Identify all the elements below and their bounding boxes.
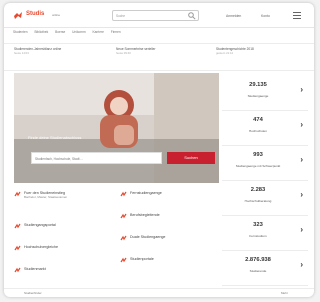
- arrow-icon: [120, 213, 127, 219]
- link-item[interactable]: Berufsbegleitende: [130, 213, 160, 217]
- logo-subtitle: online: [52, 13, 61, 17]
- stat-value: 29.135: [249, 82, 267, 88]
- link-item[interactable]: Studienportale: [130, 257, 154, 261]
- hero-search-label: Finde deine Studienabschluss: [28, 135, 82, 140]
- stat-label: Fernstudium: [249, 234, 267, 238]
- link-item[interactable]: Fuer den Studieneinstieg Bachelor, Maste…: [24, 191, 67, 199]
- link-item[interactable]: Fernstudiengaenge: [130, 191, 162, 195]
- link-item[interactable]: Studienmarkt: [24, 267, 46, 271]
- chevron-right-icon: ›: [300, 120, 303, 129]
- link-label: Studiengangsportal: [24, 223, 56, 227]
- links-section: Fuer den Studieneinstieg Bachelor, Maste…: [14, 185, 219, 285]
- link-label: Berufsbegleitende: [130, 213, 160, 217]
- stat-label: Hochschulberatung: [244, 199, 272, 203]
- stat-value: 2.283: [250, 187, 266, 193]
- arrow-icon: [120, 235, 127, 241]
- arrow-icon: [14, 223, 21, 229]
- stat-card[interactable]: 29.135 Studiengaenge ›: [222, 75, 308, 111]
- stat-label: Studiengaenge mit Schwerpunkt: [235, 164, 281, 168]
- stat-card[interactable]: 993 Studiengaenge mit Schwerpunkt ›: [222, 145, 308, 181]
- footer-right-link[interactable]: Mehr: [281, 291, 288, 295]
- chevron-right-icon: ›: [300, 155, 303, 164]
- header: Studis online Suche Anmelden Konto: [4, 3, 314, 28]
- stat-card[interactable]: 323 Fernstudium ›: [222, 215, 308, 251]
- footer-bar: Studienfinder Mehr: [4, 288, 314, 297]
- stat-value: 323: [253, 222, 263, 228]
- news-meta: gestern 21:12: [216, 51, 234, 56]
- arrow-icon: [120, 257, 127, 263]
- link-sublabel: Bachelor, Master, Staatsexamen: [24, 195, 68, 199]
- link-item[interactable]: Hochschulvergleiche: [24, 245, 58, 249]
- stat-card[interactable]: 2.283 Hochschulberatung ›: [222, 180, 308, 216]
- news-meta: heute 14:03: [14, 51, 29, 56]
- nav-item-firmen[interactable]: Firmen: [111, 30, 121, 34]
- nav-item-unikomm[interactable]: Unikomm: [72, 30, 85, 34]
- main-card: Studis online Suche Anmelden Konto Stude…: [4, 3, 314, 297]
- nav-item-boerse[interactable]: Boerse: [55, 30, 65, 34]
- news-meta: heute 09:40: [116, 51, 131, 56]
- chevron-right-icon: ›: [300, 85, 303, 94]
- hero-image: [14, 73, 219, 183]
- chevron-right-icon: ›: [300, 260, 303, 269]
- arrow-icon: [120, 191, 127, 197]
- stat-card[interactable]: 474 Hochschulen ›: [222, 110, 308, 146]
- link-label: Duale Studiengaenge: [130, 235, 166, 239]
- stat-card[interactable]: 2.876.938 Studierende ›: [222, 250, 308, 286]
- chevron-right-icon: ›: [300, 190, 303, 199]
- link-label: Hochschulvergleiche: [24, 245, 59, 249]
- hero-banner: Finde deine Studienabschluss Studienfach…: [14, 73, 219, 183]
- hero-search-input[interactable]: Studienfach, Hochschule, Stadt ...: [31, 152, 162, 164]
- news-item[interactable]: Neue Sommerbrise serieller heute 09:40: [116, 47, 201, 56]
- arrow-icon: [14, 267, 21, 273]
- link-label: Fernstudiengaenge: [130, 191, 162, 195]
- logo-icon: [14, 12, 22, 19]
- footer-left-label[interactable]: Studienfinder: [24, 291, 42, 295]
- account-link[interactable]: Konto: [261, 14, 270, 18]
- link-label: Studienmarkt: [24, 267, 46, 271]
- news-item[interactable]: Studentengeschichte 2018 gestern 21:12: [216, 47, 301, 56]
- search-icon[interactable]: [188, 12, 196, 20]
- login-link[interactable]: Anmelden: [226, 14, 241, 18]
- link-label: Studienportale: [130, 257, 154, 261]
- stat-value: 2.876.938: [245, 257, 271, 263]
- link-item[interactable]: Duale Studiengaenge: [130, 235, 165, 239]
- logo-text[interactable]: Studis: [26, 11, 44, 17]
- nav-item-studenten[interactable]: Studenten: [13, 30, 28, 34]
- stat-label: Hochschulen: [249, 129, 267, 133]
- link-item[interactable]: Studiengangsportal: [24, 223, 56, 227]
- nav-item-bibliothek[interactable]: Bibliothek: [34, 30, 48, 34]
- stat-label: Studiengaenge: [247, 94, 269, 98]
- news-strip: Studierenden-Jahresbilanz online heute 1…: [4, 43, 314, 71]
- arrow-icon: [14, 191, 21, 197]
- stat-value: 474: [253, 117, 263, 123]
- stats-panel: 29.135 Studiengaenge › 474 Hochschulen ›…: [222, 75, 308, 286]
- search-input[interactable]: Suche: [112, 10, 199, 21]
- nav-item-karriere[interactable]: Karriere: [93, 30, 104, 34]
- top-nav: Studenten Bibliothek Boerse Unikomm Karr…: [13, 30, 127, 34]
- stat-label: Studierende: [249, 269, 267, 273]
- hero-search-button[interactable]: Suchen: [167, 152, 215, 164]
- arrow-icon: [14, 245, 21, 251]
- hamburger-icon[interactable]: [293, 12, 301, 19]
- stat-value: 993: [253, 152, 263, 158]
- chevron-right-icon: ›: [300, 225, 303, 234]
- news-item[interactable]: Studierenden-Jahresbilanz online heute 1…: [14, 47, 99, 56]
